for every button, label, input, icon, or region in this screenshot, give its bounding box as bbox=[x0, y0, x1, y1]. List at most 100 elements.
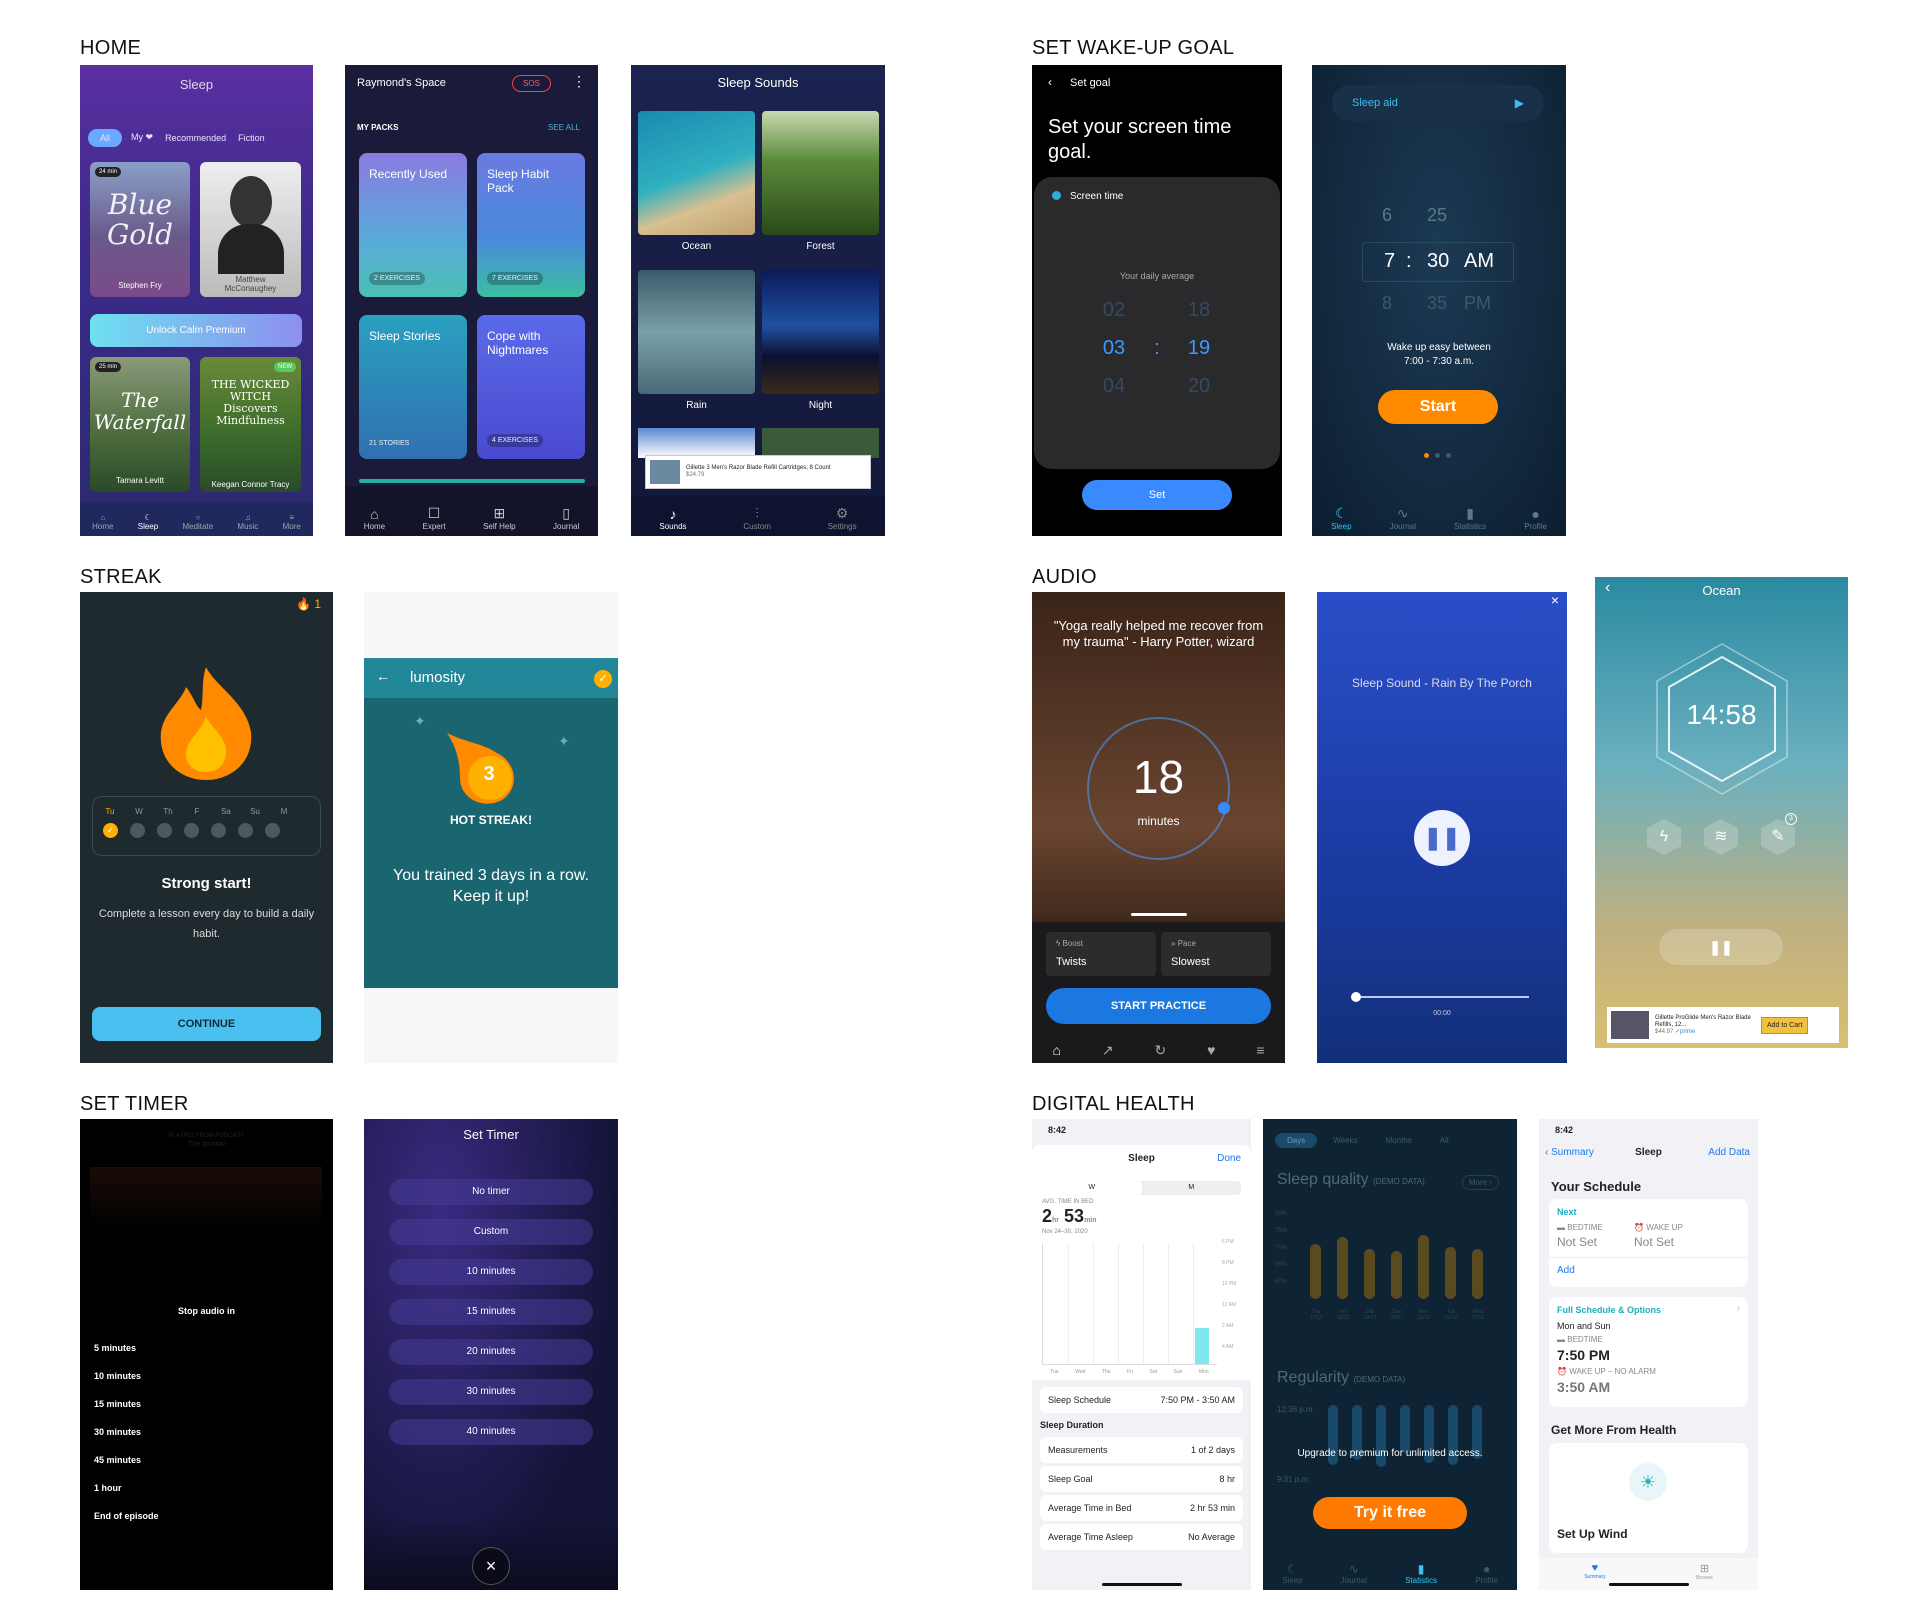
sound-forest[interactable] bbox=[762, 111, 879, 235]
timer-option[interactable]: 45 minutes bbox=[94, 1455, 159, 1483]
timer-option[interactable]: 10 minutes bbox=[389, 1259, 593, 1285]
nav-home[interactable]: ⌂ Home bbox=[92, 513, 113, 531]
wave-icon[interactable]: ≋ bbox=[1704, 819, 1738, 855]
unlock-premium-button[interactable]: Unlock Calm Premium bbox=[90, 314, 302, 347]
pack-card-sleep-stories[interactable]: Sleep Stories 21 STORIES bbox=[359, 315, 467, 459]
tab-summary[interactable]: ♥ Summary bbox=[1584, 1562, 1605, 1580]
timer-option[interactable]: Custom bbox=[389, 1219, 593, 1245]
nav-custom[interactable]: ⫶ Custom bbox=[743, 505, 771, 531]
home-icon[interactable]: ⌂ bbox=[1052, 1042, 1060, 1059]
nav-journal[interactable]: ▯ Journal bbox=[553, 505, 579, 531]
back-icon[interactable]: ‹ bbox=[1048, 75, 1052, 89]
duration-row[interactable]: Sleep Goal 8 hr bbox=[1040, 1466, 1243, 1492]
continue-button[interactable]: CONTINUE bbox=[92, 1007, 321, 1041]
done-button[interactable]: Done bbox=[1217, 1153, 1241, 1164]
timer-option[interactable]: 5 minutes bbox=[94, 1343, 159, 1371]
nav-journal[interactable]: ∿ Journal bbox=[1341, 1562, 1367, 1585]
range-tab[interactable]: Weeks bbox=[1321, 1133, 1369, 1148]
add-to-cart-button[interactable]: Add to Cart bbox=[1761, 1016, 1809, 1034]
set-button[interactable]: Set bbox=[1082, 480, 1232, 510]
close-icon[interactable]: × bbox=[472, 1547, 510, 1585]
duration-row[interactable]: Average Time Asleep No Average bbox=[1040, 1524, 1243, 1550]
ampm-next[interactable]: PM bbox=[1464, 293, 1491, 314]
sound-thumb[interactable] bbox=[762, 428, 879, 458]
menu-icon[interactable]: ≡ bbox=[1256, 1042, 1264, 1059]
pack-card-recently-used[interactable]: Recently Used 2 EXERCISES bbox=[359, 153, 467, 297]
pack-card-nightmares[interactable]: Cope with Nightmares 4 EXERCISES bbox=[477, 315, 585, 459]
trend-icon[interactable]: ↗ bbox=[1102, 1042, 1114, 1059]
minute-selected[interactable]: 19 bbox=[1179, 337, 1219, 360]
minute-next[interactable]: 20 bbox=[1179, 375, 1219, 398]
duration-row[interactable]: Average Time in Bed 2 hr 53 min bbox=[1040, 1495, 1243, 1521]
heart-icon[interactable]: ♥ bbox=[1207, 1042, 1215, 1059]
nav-statistics[interactable]: ▮ Statistics bbox=[1405, 1562, 1437, 1585]
history-icon[interactable]: ↻ bbox=[1154, 1042, 1166, 1059]
timer-option[interactable]: 10 minutes bbox=[94, 1371, 159, 1399]
sound-thumb[interactable] bbox=[638, 428, 755, 458]
nav-meditate[interactable]: ○ Meditate bbox=[182, 513, 213, 531]
story-card-wicked-witch[interactable]: NEW THE WICKED WITCH Discovers Mindfulne… bbox=[200, 357, 301, 492]
nav-sleep[interactable]: ☾ Sleep bbox=[138, 513, 158, 531]
nav-journal[interactable]: ∿ Journal bbox=[1390, 505, 1416, 531]
play-icon[interactable]: ▶ bbox=[1515, 96, 1524, 110]
filter-all[interactable]: All bbox=[88, 128, 123, 147]
full-schedule-card[interactable]: Full Schedule & Options › Mon and Sun ▬ … bbox=[1549, 1297, 1748, 1407]
duration-row[interactable]: Measurements 1 of 2 days bbox=[1040, 1437, 1243, 1463]
more-button[interactable]: More › bbox=[1461, 1175, 1499, 1190]
wind-down-card[interactable]: ☀ Set Up Wind bbox=[1549, 1443, 1748, 1553]
nav-profile[interactable]: ● Profile bbox=[1524, 506, 1547, 531]
see-all-link[interactable]: SEE ALL bbox=[548, 123, 580, 132]
nav-sounds[interactable]: ♪ Sounds bbox=[659, 506, 686, 531]
nav-more[interactable]: ≡ More bbox=[283, 513, 301, 531]
timer-option[interactable]: No timer bbox=[389, 1179, 593, 1205]
sound-night[interactable] bbox=[762, 270, 879, 394]
pack-card-sleep-habit[interactable]: Sleep Habit Pack 7 EXERCISES bbox=[477, 153, 585, 297]
add-button[interactable]: Add bbox=[1557, 1265, 1575, 1276]
range-tab[interactable]: Months bbox=[1374, 1133, 1424, 1148]
ad-banner[interactable]: Gillette ProGlide Men's Razor Blade Refi… bbox=[1607, 1007, 1839, 1043]
add-data-button[interactable]: Add Data bbox=[1708, 1147, 1750, 1158]
filter-fiction[interactable]: Fiction bbox=[235, 129, 268, 147]
range-tab[interactable]: All bbox=[1428, 1133, 1461, 1148]
timer-option[interactable]: 1 hour bbox=[94, 1483, 159, 1511]
start-button[interactable]: Start bbox=[1378, 390, 1498, 424]
nav-music[interactable]: ♫ Music bbox=[237, 513, 258, 531]
hour-prev[interactable]: 6 bbox=[1382, 205, 1392, 226]
segment-week[interactable]: W bbox=[1042, 1181, 1142, 1195]
story-card-waterfall[interactable]: 25 min The Waterfall Tamara Levitt bbox=[90, 357, 190, 492]
story-card-blue-gold[interactable]: 24 min Blue Gold Stephen Fry bbox=[90, 162, 190, 297]
sound-ocean[interactable] bbox=[638, 111, 755, 235]
filter-my[interactable]: My ❤ bbox=[128, 128, 156, 147]
back-arrow-icon[interactable]: ← bbox=[376, 668, 390, 684]
segment-month[interactable]: M bbox=[1142, 1181, 1242, 1195]
nav-sleep[interactable]: ☾ Sleep bbox=[1282, 1562, 1302, 1585]
timer-option[interactable]: 30 minutes bbox=[389, 1379, 593, 1405]
nav-self-help[interactable]: ⊞ Self Help bbox=[483, 505, 515, 531]
more-icon[interactable]: ⋮ bbox=[572, 73, 586, 90]
timer-option[interactable]: 15 minutes bbox=[94, 1399, 159, 1427]
schedule-row[interactable]: Sleep Schedule 7:50 PM - 3:50 AM bbox=[1040, 1387, 1243, 1413]
ad-banner[interactable]: Gillette 3 Men's Razor Blade Refill Cart… bbox=[645, 455, 871, 489]
minute-prev[interactable]: 18 bbox=[1179, 299, 1219, 322]
nav-expert[interactable]: ☐ Expert bbox=[423, 505, 446, 531]
minute-next[interactable]: 35 bbox=[1427, 293, 1447, 314]
pause-button[interactable]: ❚❚ bbox=[1414, 810, 1470, 866]
hour-next[interactable]: 8 bbox=[1382, 293, 1392, 314]
close-icon[interactable]: × bbox=[1551, 592, 1559, 608]
nav-settings[interactable]: ⚙ Settings bbox=[828, 505, 857, 531]
nav-statistics[interactable]: ▮ Statistics bbox=[1454, 505, 1486, 531]
hour-next[interactable]: 04 bbox=[1094, 375, 1134, 398]
hour-selected[interactable]: 03 bbox=[1094, 337, 1134, 360]
try-free-button[interactable]: Try it free bbox=[1313, 1497, 1467, 1529]
timer-option[interactable]: 15 minutes bbox=[389, 1299, 593, 1325]
progress-track[interactable] bbox=[1355, 996, 1529, 998]
sleep-aid-bar[interactable]: Sleep aid ▶ bbox=[1332, 85, 1544, 121]
start-practice-button[interactable]: START PRACTICE bbox=[1046, 988, 1271, 1024]
timer-option[interactable]: End of episode bbox=[94, 1511, 159, 1539]
tab-browse[interactable]: ⊞ Browse bbox=[1696, 1562, 1713, 1581]
progress-thumb[interactable] bbox=[1351, 992, 1361, 1002]
nav-sleep[interactable]: ☾ Sleep bbox=[1331, 505, 1351, 531]
nav-profile[interactable]: ● Profile bbox=[1475, 1562, 1498, 1585]
minute-prev[interactable]: 25 bbox=[1427, 205, 1447, 226]
sos-button[interactable]: SOS bbox=[512, 75, 551, 92]
